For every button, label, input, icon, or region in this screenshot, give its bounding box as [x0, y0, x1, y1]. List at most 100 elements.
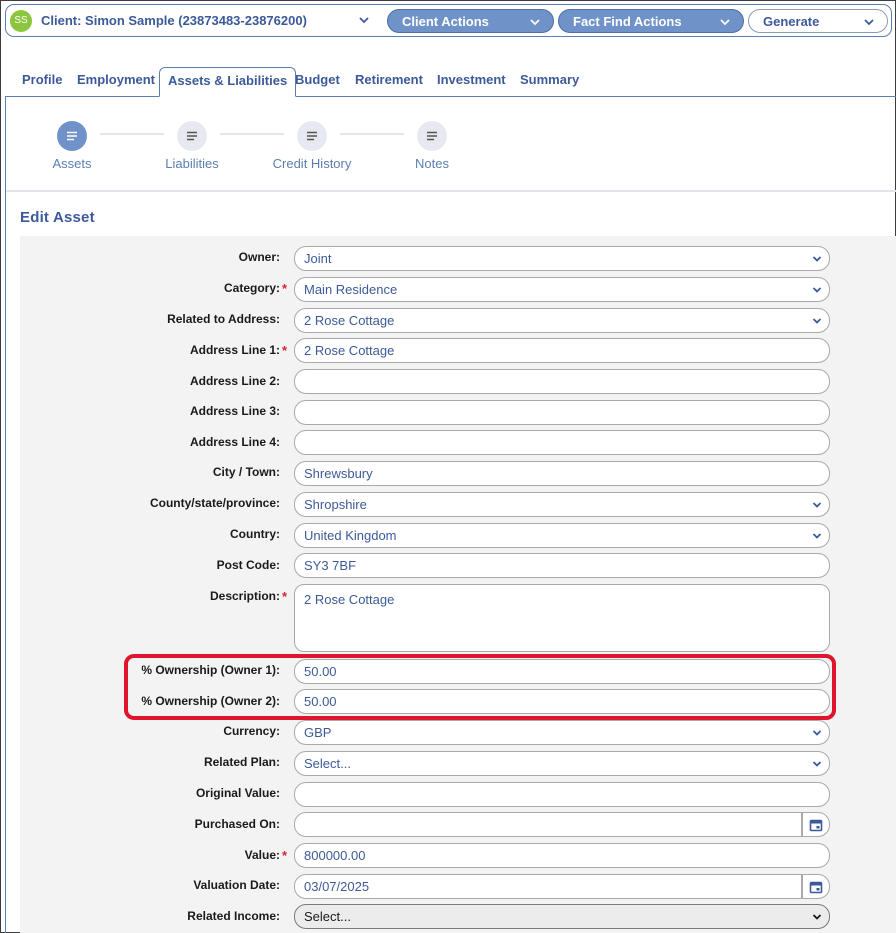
step-credit-history[interactable] [297, 121, 327, 151]
postcode-label: Post Code: [216, 558, 280, 572]
step-label-liabilities: Liabilities [165, 156, 219, 171]
chevron-down-icon [720, 19, 730, 26]
county-label: County/state/province: [149, 496, 280, 510]
valuation-date-input[interactable]: 03/07/2025 [294, 874, 802, 899]
tab-summary[interactable]: Summary [512, 67, 587, 97]
address-line-4-label: Address Line 4: [189, 435, 280, 449]
chevron-down-icon [812, 761, 822, 767]
client-name: Client: Simon Sample (23873483-23876200) [41, 13, 307, 28]
county-select[interactable]: Shropshire [294, 492, 830, 517]
description-textarea[interactable]: 2 Rose Cottage [294, 584, 830, 652]
stepper-divider [6, 190, 896, 192]
chevron-down-icon [530, 19, 540, 26]
country-label: Country: [230, 527, 280, 541]
form-title: Edit Asset [20, 209, 95, 226]
step-label-notes: Notes [415, 156, 449, 171]
address-line-1-value: 2 Rose Cottage [304, 343, 395, 358]
list-icon [427, 131, 437, 141]
step-label-credit-history: Credit History [272, 156, 352, 171]
step-notes[interactable] [417, 121, 447, 151]
valuation-date-value: 03/07/2025 [304, 879, 370, 894]
category-value: Main Residence [304, 282, 398, 297]
currency-value: GBP [304, 725, 332, 740]
city-label: City / Town: [212, 465, 280, 479]
related-income-label: Related Income: [187, 909, 280, 923]
address-line-2-input[interactable] [294, 369, 830, 394]
related-address-value: 2 Rose Cottage [304, 313, 395, 328]
valuation-date-calendar-button[interactable] [802, 874, 830, 899]
chevron-down-icon [812, 318, 822, 324]
value-value: 800000.00 [304, 848, 366, 863]
tab-assets-liabilities[interactable]: Assets & Liabilities [159, 67, 297, 97]
currency-select[interactable]: GBP [294, 720, 830, 745]
address-line-4-input[interactable] [294, 430, 830, 455]
purchased-on-label: Purchased On: [194, 817, 280, 831]
tab-divider [5, 96, 896, 97]
related-income-select[interactable]: Select... [294, 904, 830, 929]
ownership-highlight-box [124, 654, 836, 720]
generate-button[interactable]: Generate [748, 9, 888, 33]
client-toolbar: SS Client: Simon Sample (23873483-238762… [5, 4, 892, 37]
generate-label: Generate [763, 13, 820, 29]
chevron-down-icon [812, 287, 822, 293]
chevron-down-icon[interactable] [358, 14, 370, 26]
city-value: Shrewsbury [304, 466, 373, 481]
address-line-1-label: Address Line 1: [189, 343, 280, 357]
value-input[interactable]: 800000.00 [294, 843, 830, 868]
panel-border [5, 96, 6, 933]
required-marker: * [282, 343, 288, 358]
address-line-2-label: Address Line 2: [189, 374, 280, 388]
description-label: Description: [209, 589, 280, 603]
client-selector[interactable]: SS Client: Simon Sample (23873483-238762… [6, 5, 384, 36]
fact-find-actions-button[interactable]: Fact Find Actions [558, 9, 744, 33]
chevron-down-icon [864, 19, 874, 26]
category-label: Category: [223, 281, 280, 295]
country-select[interactable]: United Kingdom [294, 523, 830, 548]
related-address-select[interactable]: 2 Rose Cottage [294, 308, 830, 333]
address-line-3-input[interactable] [294, 400, 830, 425]
list-icon [187, 131, 197, 141]
step-assets[interactable] [57, 121, 87, 151]
step-liabilities[interactable] [177, 121, 207, 151]
step-connector [100, 133, 164, 135]
owner-select[interactable]: Joint [294, 246, 830, 271]
tab-profile[interactable]: Profile [14, 67, 70, 97]
county-value: Shropshire [304, 497, 367, 512]
fact-find-actions-label: Fact Find Actions [573, 13, 682, 29]
tab-budget[interactable]: Budget [287, 67, 348, 97]
owner-value: Joint [304, 251, 332, 266]
city-input[interactable]: Shrewsbury [294, 461, 830, 486]
client-avatar: SS [10, 9, 32, 32]
list-icon [307, 131, 317, 141]
list-icon [67, 131, 77, 141]
calendar-icon [809, 819, 823, 831]
category-select[interactable]: Main Residence [294, 277, 830, 302]
client-actions-button[interactable]: Client Actions [387, 9, 554, 33]
value-label: Value: [244, 848, 280, 862]
calendar-icon [809, 881, 823, 893]
section-tabs: Profile Employment Assets & Liabilities … [6, 67, 896, 97]
related-address-label: Related to Address: [167, 312, 280, 326]
related-income-value: Select... [304, 909, 351, 924]
original-value-input[interactable] [294, 782, 830, 807]
purchased-on-input[interactable] [294, 812, 802, 837]
required-marker: * [282, 281, 288, 296]
postcode-input[interactable]: SY3 7BF [294, 553, 830, 578]
tab-retirement[interactable]: Retirement [347, 67, 431, 97]
chevron-down-icon [812, 914, 822, 920]
chevron-down-icon [812, 502, 822, 508]
step-label-assets: Assets [52, 156, 92, 171]
owner-label: Owner: [238, 250, 280, 264]
description-value: 2 Rose Cottage [304, 592, 395, 607]
related-plan-select[interactable]: Select... [294, 751, 830, 776]
related-plan-value: Select... [304, 756, 351, 771]
address-line-1-input[interactable]: 2 Rose Cottage [294, 338, 830, 363]
tab-employment[interactable]: Employment [69, 67, 163, 97]
country-value: United Kingdom [304, 528, 397, 543]
step-connector [340, 133, 404, 135]
currency-label: Currency: [223, 724, 280, 738]
client-actions-label: Client Actions [402, 13, 489, 29]
chevron-down-icon [812, 256, 822, 262]
tab-investment[interactable]: Investment [429, 67, 514, 97]
purchased-on-calendar-button[interactable] [802, 812, 830, 837]
